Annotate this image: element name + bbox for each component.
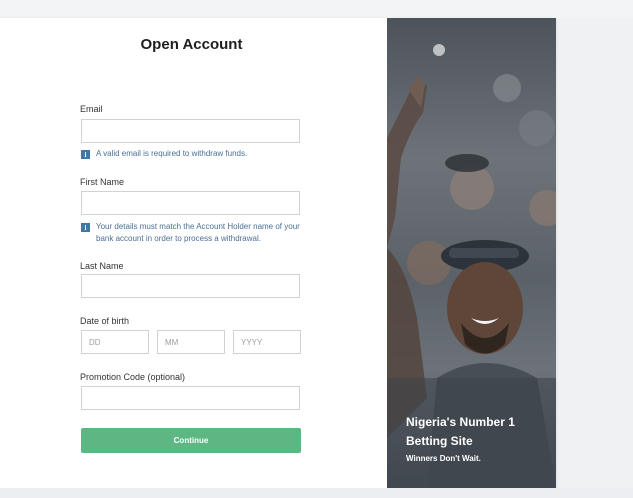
open-account-modal: Open Account Email i A valid email is re… [0,18,556,488]
last-name-label: Last Name [80,261,124,271]
page-background [0,0,633,18]
first-name-hint: i Your details must match the Account Ho… [81,221,305,245]
dob-month-field[interactable] [157,330,225,354]
first-name-field[interactable] [81,191,300,215]
dob-year-field[interactable] [233,330,301,354]
page-footer-strip [0,488,633,498]
dob-label: Date of birth [80,316,130,326]
info-icon: i [81,150,90,159]
email-label: Email [80,104,103,114]
first-name-label: First Name [80,177,125,187]
last-name-field[interactable] [81,274,300,298]
email-hint: i A valid email is required to withdraw … [81,148,301,160]
hero-title: Nigeria's Number 1 Betting Site [406,415,515,448]
email-field[interactable] [81,119,300,143]
first-name-hint-text: Your details must match the Account Hold… [96,222,300,243]
dob-day-field[interactable] [81,330,149,354]
info-icon: i [81,223,90,232]
hero-subtitle: Winners Don't Wait. [406,454,481,463]
promo-code-label: Promotion Code (optional) [80,372,186,382]
continue-button[interactable]: Continue [81,428,301,453]
form-title: Open Account [140,36,243,53]
hero-banner: Nigeria's Number 1 Betting Site Winners … [387,18,556,488]
registration-form: Open Account Email i A valid email is re… [0,18,387,488]
email-hint-text: A valid email is required to withdraw fu… [96,149,248,158]
promo-code-field[interactable] [81,386,300,410]
